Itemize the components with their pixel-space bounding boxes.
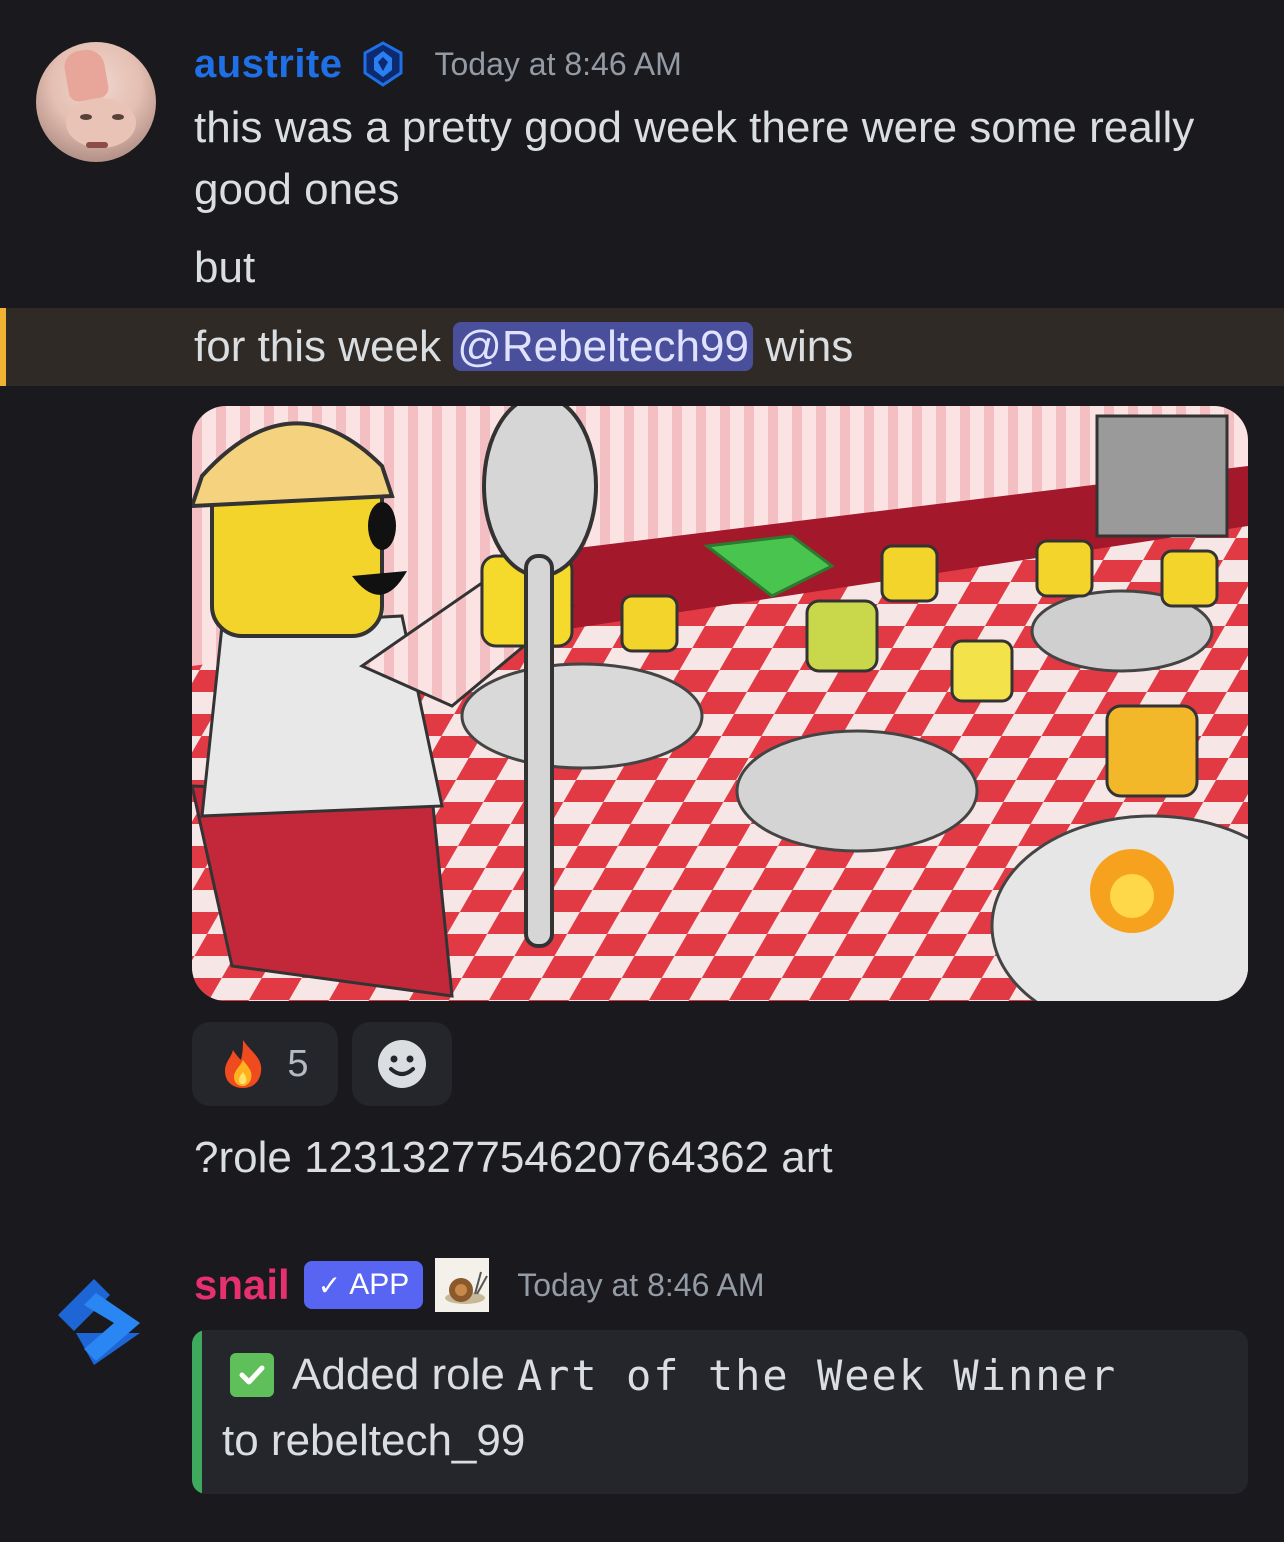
bot-embed: Added role Art of the Week Winner to reb…: [192, 1330, 1248, 1494]
role-name-code: Art of the Week Winner: [516, 1350, 1118, 1400]
message-timestamp[interactable]: Today at 8:46 AM: [517, 1267, 764, 1304]
verified-check-icon: ✓: [317, 1269, 342, 1301]
avatar-austrite[interactable]: [36, 42, 156, 162]
attached-artwork-image[interactable]: [192, 406, 1248, 1001]
app-badge: ✓ APP: [303, 1261, 424, 1309]
check-icon: [230, 1353, 274, 1397]
username-austrite[interactable]: austrite: [194, 42, 343, 87]
reaction-fire[interactable]: 5: [192, 1022, 338, 1106]
role-command-message: ?role 1231327754620764362 art: [194, 1133, 833, 1182]
server-badge-icon[interactable]: [359, 40, 407, 88]
message-text-line: this was a pretty good week there were s…: [194, 103, 1195, 152]
add-reaction-button[interactable]: [352, 1022, 452, 1106]
mention-highlight-bar: [0, 308, 6, 386]
message-header-snail: snail ✓ APP Today at 8:46 AM: [194, 1258, 764, 1312]
username-snail[interactable]: snail: [194, 1261, 290, 1309]
embed-accent-bar: [192, 1330, 202, 1494]
fire-emoji-icon: [225, 1040, 262, 1088]
message-text-line: but: [194, 243, 256, 292]
reaction-count: 5: [287, 1042, 309, 1085]
bot-avatar-icon[interactable]: [36, 1263, 156, 1383]
message-text-line: good ones: [194, 165, 400, 214]
message-header-austrite: austrite Today at 8:46 AM: [194, 40, 682, 88]
user-mention[interactable]: @Rebeltech99: [453, 322, 753, 371]
snail-icon[interactable]: [435, 1258, 490, 1312]
embed-target-user: to rebeltech_99: [222, 1416, 526, 1465]
thumbs-up-hand: [61, 46, 111, 104]
embed-line: Added role Art of the Week Winner: [230, 1350, 1117, 1400]
message-timestamp[interactable]: Today at 8:46 AM: [435, 46, 682, 83]
add-reaction-icon: [378, 1040, 426, 1088]
message-text-line-mention: for this week @Rebeltech99 wins: [194, 322, 854, 371]
embed-prefix: Added role: [292, 1350, 505, 1399]
